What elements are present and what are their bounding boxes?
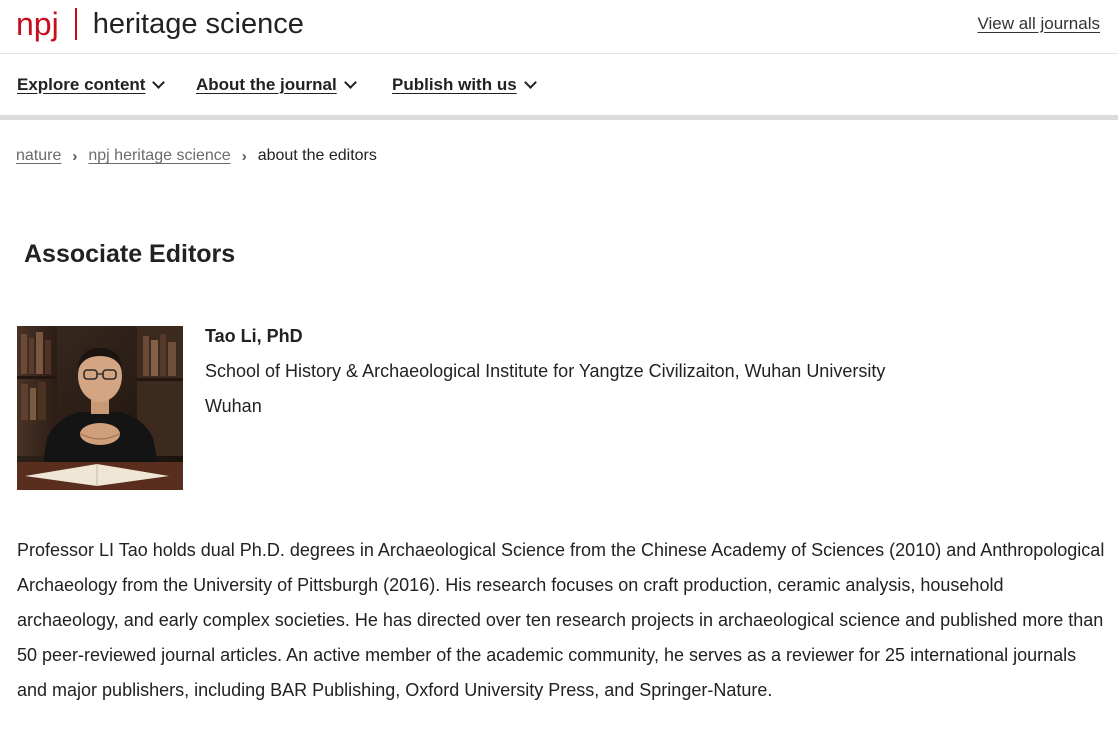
brand-divider [74, 8, 77, 40]
brand-title: heritage science [92, 8, 304, 40]
site-header: npj heritage science View all journals [0, 0, 1118, 54]
nav-item-label: Explore content [17, 75, 146, 94]
journal-logo-link[interactable]: npj heritage science [16, 4, 304, 44]
chevron-down-icon [152, 76, 166, 89]
breadcrumb-link-journal[interactable]: npj heritage science [88, 147, 230, 165]
editor-city: Wuhan [205, 396, 262, 416]
editor-photo [17, 326, 183, 490]
nav-publish-with-us[interactable]: Publish with us [392, 75, 537, 95]
view-all-journals-link[interactable]: View all journals [977, 14, 1100, 34]
editor-name: Tao Li, PhD [205, 326, 303, 346]
chevron-down-icon [343, 76, 357, 89]
section-heading: Associate Editors [24, 240, 236, 268]
journal-nav: Explore content About the journal Publis… [0, 55, 1118, 115]
editor-affiliation: School of History & Archaeological Insti… [205, 361, 886, 381]
nav-item-label: Publish with us [392, 75, 517, 94]
brand-prefix: npj [16, 6, 59, 42]
editor-portrait-image [17, 326, 183, 490]
nav-divider [0, 115, 1118, 120]
nav-item-label: About the journal [196, 75, 337, 94]
breadcrumb-link-nature[interactable]: nature [16, 147, 61, 165]
breadcrumb: nature › npj heritage science › about th… [16, 145, 377, 167]
breadcrumb-current: about the editors [257, 147, 377, 164]
breadcrumb-separator: › [72, 147, 78, 165]
editor-bio: Professor LI Tao holds dual Ph.D. degree… [17, 540, 1105, 700]
nav-about-journal[interactable]: About the journal [196, 75, 357, 95]
nav-explore-content[interactable]: Explore content [17, 75, 166, 95]
breadcrumb-separator: › [241, 147, 247, 165]
chevron-down-icon [523, 76, 537, 89]
